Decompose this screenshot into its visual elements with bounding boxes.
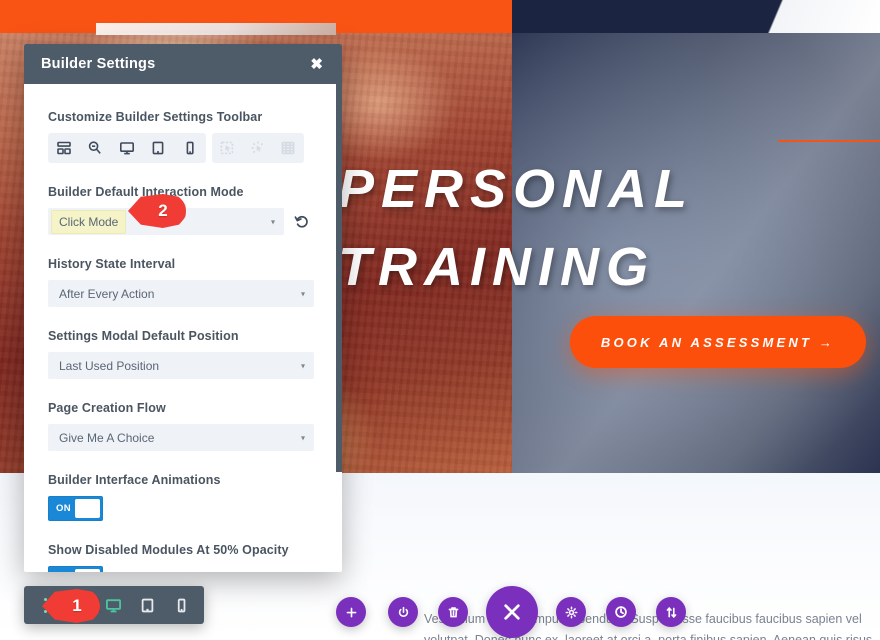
field-page-creation-flow: Page Creation Flow Give Me A Choice ▾ — [48, 401, 318, 451]
builder-settings-modal: Builder Settings ✖ Customize Builder Set… — [24, 44, 342, 572]
hover-mode-icon — [243, 133, 274, 163]
trash-icon[interactable] — [438, 597, 468, 627]
page-creation-flow-select[interactable]: Give Me A Choice ▾ — [48, 424, 314, 451]
toggle-knob — [75, 499, 100, 518]
portability-icon[interactable] — [656, 597, 686, 627]
close-icon[interactable]: ✖ — [308, 55, 325, 74]
builder-fab-row — [330, 584, 730, 640]
header-navy-white-wedge — [700, 0, 880, 33]
modal-title: Builder Settings — [41, 56, 156, 72]
interface-animations-toggle-label: ON — [56, 503, 72, 514]
history-interval-select[interactable]: After Every Action ▾ — [48, 280, 314, 307]
chevron-down-icon: ▾ — [300, 433, 305, 442]
chevron-down-icon: ▾ — [300, 289, 305, 298]
history-clock-icon[interactable] — [606, 597, 636, 627]
screenshot-root: PERSONAL TRAINING BOOK AN ASSESSMENT → N… — [0, 0, 880, 640]
field-label-page-creation-flow: Page Creation Flow — [48, 401, 166, 415]
annotation-marker-2: 2 — [128, 194, 186, 228]
grid-mode-icon — [273, 133, 304, 163]
power-toggle-icon[interactable] — [388, 597, 418, 627]
hero-gradient-panel — [512, 33, 880, 473]
page-top-white-strip — [96, 23, 336, 35]
field-label-history-interval: History State Interval — [48, 257, 176, 271]
chevron-down-icon: ▾ — [300, 361, 305, 370]
marker-number: 1 — [72, 596, 82, 615]
interaction-mode-value: Click Mode — [52, 210, 126, 233]
book-an-assessment-button[interactable]: BOOK AN ASSESSMENT → — [570, 316, 866, 368]
reset-icon[interactable] — [294, 214, 310, 230]
close-builder-icon[interactable] — [486, 586, 538, 638]
desktop-view-icon[interactable] — [111, 133, 143, 163]
toolbar-group-disabled — [212, 133, 304, 163]
page-creation-flow-value: Give Me A Choice — [59, 430, 155, 445]
chevron-down-icon: ▾ — [270, 217, 275, 226]
modal-position-select[interactable]: Last Used Position ▾ — [48, 352, 314, 379]
wireframe-view-icon[interactable] — [48, 133, 80, 163]
history-interval-value: After Every Action — [59, 286, 155, 301]
field-interface-animations: Builder Interface Animations ON — [48, 473, 318, 521]
modal-header: Builder Settings ✖ — [24, 44, 342, 84]
click-mode-icon — [212, 133, 243, 163]
modal-scrollbar[interactable] — [336, 84, 342, 472]
phone-view-icon[interactable] — [164, 586, 198, 624]
modal-position-value: Last Used Position — [59, 358, 160, 373]
desktop-view-icon[interactable] — [96, 586, 130, 624]
annotation-marker-1: 1 — [42, 589, 100, 623]
interface-animations-toggle[interactable]: ON — [48, 496, 103, 521]
hero-accent-rule — [778, 140, 880, 142]
disabled-modules-opacity-toggle[interactable]: ON — [48, 566, 103, 572]
field-history-interval: History State Interval After Every Actio… — [48, 257, 318, 307]
zoom-out-view-icon[interactable] — [80, 133, 112, 163]
tablet-view-icon[interactable] — [143, 133, 175, 163]
tablet-view-icon[interactable] — [130, 586, 164, 624]
toolbar-group-enabled — [48, 133, 206, 163]
field-label-modal-position: Settings Modal Default Position — [48, 329, 239, 343]
marker-number: 2 — [158, 201, 168, 220]
modal-body: Customize Builder Settings Toolbar Build… — [24, 84, 342, 572]
field-disabled-modules-opacity: Show Disabled Modules At 50% Opacity ON — [48, 543, 318, 572]
field-label-customize-toolbar: Customize Builder Settings Toolbar — [48, 110, 263, 124]
field-customize-toolbar: Customize Builder Settings Toolbar — [48, 110, 318, 163]
toolbar-icon-strip — [48, 133, 318, 163]
field-label-interface-animations: Builder Interface Animations — [48, 473, 221, 487]
phone-view-icon[interactable] — [174, 133, 206, 163]
settings-gear-icon[interactable] — [556, 597, 586, 627]
add-section-icon[interactable] — [336, 597, 366, 627]
field-label-disabled-modules-opacity: Show Disabled Modules At 50% Opacity — [48, 543, 289, 557]
field-modal-position: Settings Modal Default Position Last Use… — [48, 329, 318, 379]
toggle-knob — [75, 569, 100, 572]
